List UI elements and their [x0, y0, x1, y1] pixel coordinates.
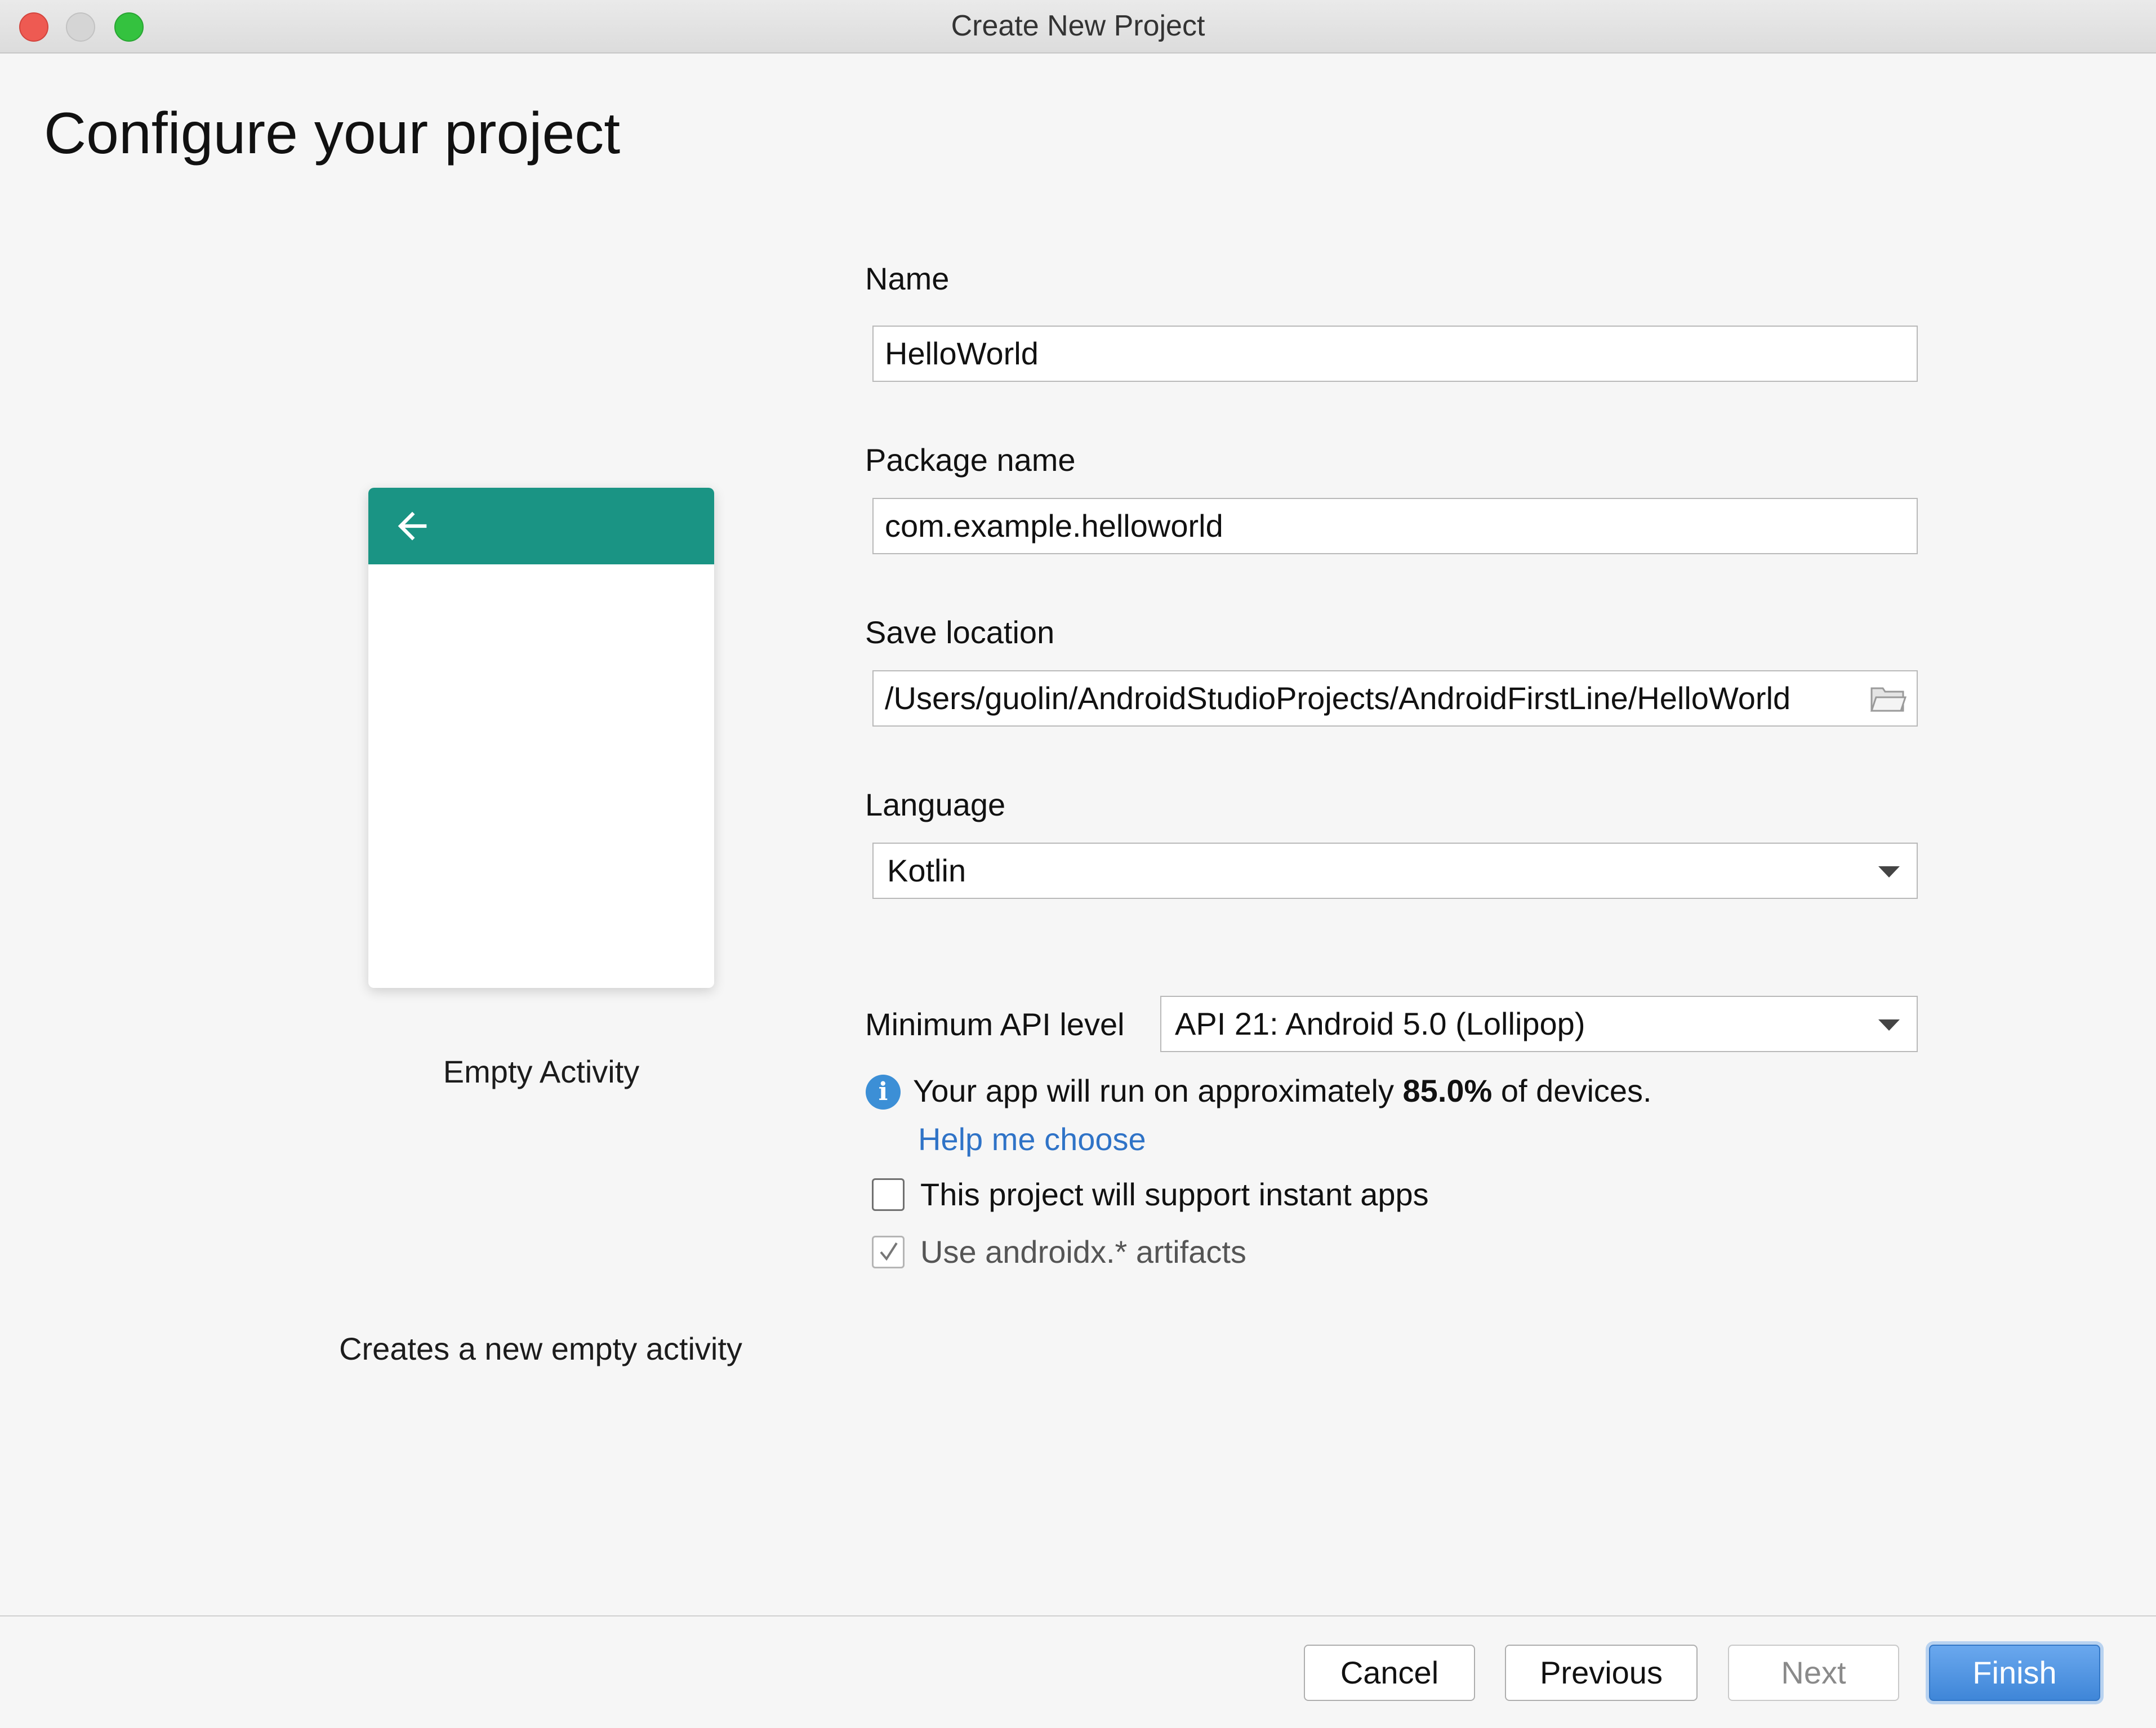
- preview-app-bar: [368, 488, 714, 564]
- min-api-value: API 21: Android 5.0 (Lollipop): [1175, 1006, 1585, 1041]
- package-name-label: Package name: [865, 442, 1076, 478]
- min-api-select[interactable]: API 21: Android 5.0 (Lollipop): [1160, 996, 1918, 1052]
- folder-icon[interactable]: [1870, 685, 1906, 713]
- package-name-input[interactable]: com.example.helloworld: [872, 498, 1918, 554]
- name-input-value: HelloWorld: [885, 336, 1039, 371]
- name-label: Name: [865, 261, 950, 296]
- finish-button[interactable]: Finish: [1929, 1645, 2100, 1701]
- language-label: Language: [865, 787, 1006, 822]
- help-me-choose-link[interactable]: Help me choose: [918, 1121, 1146, 1157]
- next-button[interactable]: Next: [1728, 1645, 1899, 1701]
- min-api-label: Minimum API level: [865, 1006, 1125, 1042]
- coverage-percent: 85.0%: [1402, 1073, 1493, 1108]
- page-title: Configure your project: [44, 101, 621, 166]
- arrow-left-icon: [398, 511, 427, 541]
- device-coverage-text: Your app will run on approximately 85.0%…: [913, 1073, 1652, 1108]
- create-project-window: Create New Project Configure your projec…: [0, 0, 2156, 1728]
- info-icon: i: [866, 1075, 901, 1110]
- androidx-label: Use androidx.* artifacts: [920, 1234, 1246, 1270]
- window-title: Create New Project: [951, 10, 1205, 42]
- footer-divider: [0, 1615, 2156, 1616]
- template-name: Empty Activity: [443, 1054, 640, 1089]
- cancel-button[interactable]: Cancel: [1304, 1645, 1475, 1701]
- save-location-value: /Users/guolin/AndroidStudioProjects/Andr…: [885, 680, 1791, 716]
- language-select[interactable]: Kotlin: [872, 843, 1918, 899]
- chevron-down-icon: [1878, 1019, 1900, 1031]
- name-input[interactable]: HelloWorld: [872, 326, 1918, 382]
- save-location-input[interactable]: /Users/guolin/AndroidStudioProjects/Andr…: [872, 670, 1918, 727]
- template-preview: [368, 488, 714, 988]
- previous-button[interactable]: Previous: [1505, 1645, 1698, 1701]
- instant-apps-label: This project will support instant apps: [920, 1177, 1429, 1212]
- template-description: Creates a new empty activity: [339, 1331, 742, 1366]
- save-location-label: Save location: [865, 614, 1055, 650]
- chevron-down-icon: [1878, 866, 1900, 878]
- androidx-checkbox[interactable]: [872, 1236, 905, 1268]
- checkmark-icon: [880, 1242, 898, 1261]
- language-value: Kotlin: [887, 853, 966, 888]
- title-bar: Create New Project: [0, 0, 2156, 54]
- package-name-value: com.example.helloworld: [885, 508, 1223, 544]
- instant-apps-checkbox[interactable]: [872, 1178, 905, 1211]
